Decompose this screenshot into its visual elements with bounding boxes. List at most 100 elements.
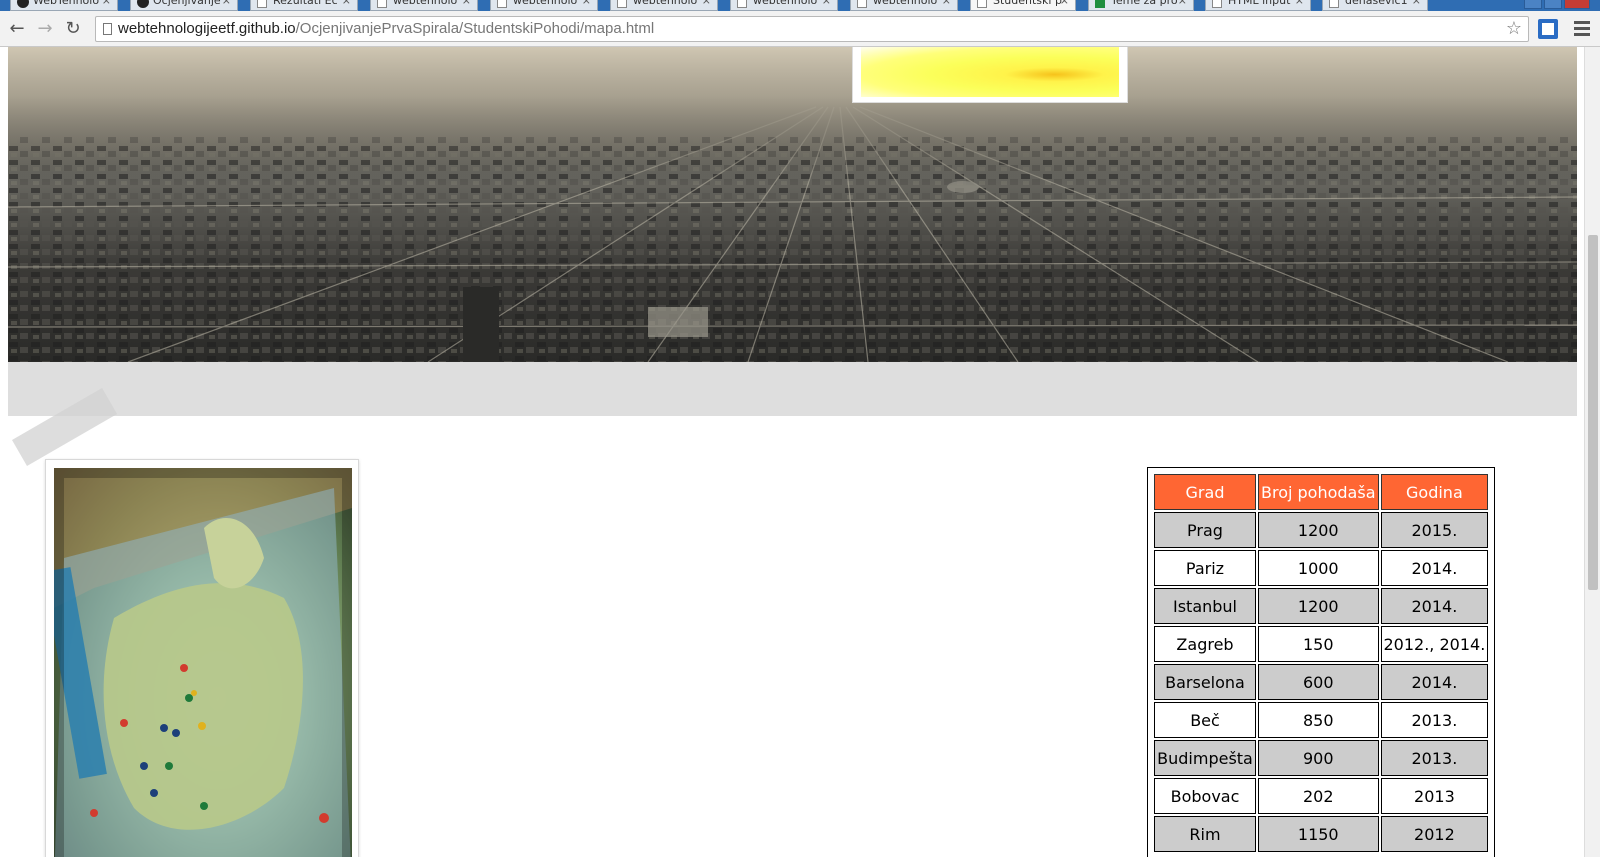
page-icon	[103, 23, 112, 35]
browser-tab[interactable]: WebTehnolo ×	[10, 0, 118, 11]
page-icon	[857, 0, 867, 8]
table-row: Prag 1200 2015.	[1154, 512, 1489, 548]
browser-tab[interactable]: webtehnolo ×	[370, 0, 478, 11]
tab-close-icon[interactable]: ×	[462, 0, 471, 10]
cell-broj: 850	[1258, 702, 1379, 738]
minimize-button[interactable]	[1524, 0, 1542, 9]
cell-broj: 150	[1258, 626, 1379, 662]
tab-title: WebTehnolo	[33, 0, 100, 7]
map-photo-illustration	[54, 468, 352, 857]
address-bar[interactable]: webtehnologijeetf.github.io/Ocjenjivanje…	[95, 16, 1529, 42]
cell-broj: 1200	[1258, 512, 1379, 548]
github-icon	[17, 0, 29, 8]
tab-close-icon[interactable]: ×	[942, 0, 951, 10]
url-host: webtehnologijeetf.github.io	[118, 20, 296, 37]
tab-title: dehasevic1	[1345, 0, 1408, 7]
column-header-godina: Godina	[1380, 474, 1489, 510]
trips-table: Grad Broj pohodaša Godina Prag 1200 2015. …	[1152, 472, 1490, 854]
tab-title: Teme za pro	[1111, 0, 1178, 7]
url-text[interactable]: webtehnologijeetf.github.io/Ocjenjivanje…	[118, 17, 654, 41]
back-arrow-icon: ←	[9, 18, 25, 39]
page-icon	[1212, 0, 1222, 8]
extension-icon[interactable]	[1538, 19, 1558, 39]
trips-table-container: Grad Broj pohodaša Godina Prag 1200 2015. …	[1147, 467, 1496, 857]
city-skyline-illustration	[8, 47, 1577, 362]
reload-button[interactable]: ↻	[62, 18, 84, 40]
cell-broj: 900	[1258, 740, 1379, 776]
page-icon	[977, 0, 987, 8]
tab-close-icon[interactable]: ×	[342, 0, 351, 10]
forward-button[interactable]: →	[34, 18, 56, 40]
window-controls	[1522, 0, 1590, 9]
cell-godina: 2015.	[1380, 512, 1489, 548]
browser-tab[interactable]: webtehnolo ×	[850, 0, 958, 11]
browser-tab[interactable]: Studentski p ×	[970, 0, 1076, 11]
url-path: /OcjenjivanjePrvaSpirala/StudentskiPohod…	[295, 20, 655, 37]
browser-tab[interactable]: dehasevic1 ×	[1322, 0, 1428, 11]
page-viewport: Grad Broj pohodaša Godina Prag 1200 2015. …	[0, 47, 1600, 857]
tab-title: webtehnolo	[633, 0, 698, 7]
browser-tab[interactable]: webtehnolo ×	[730, 0, 838, 11]
browser-menu-icon[interactable]	[1574, 18, 1590, 40]
tab-close-icon[interactable]: ×	[702, 0, 711, 10]
page-icon	[1329, 0, 1339, 8]
table-row: Istanbul 1200 2014.	[1154, 588, 1489, 624]
tab-title: HTML input	[1228, 0, 1291, 7]
table-row: Rim 1150 2012	[1154, 816, 1489, 852]
cell-broj: 1200	[1258, 588, 1379, 624]
table-row: Pariz 1000 2014.	[1154, 550, 1489, 586]
tab-title: webtehnolo	[873, 0, 938, 7]
site-logo[interactable]	[852, 47, 1128, 103]
scrollbar-thumb[interactable]	[1588, 235, 1598, 590]
column-header-broj-pohodasa: Broj pohodaša	[1258, 474, 1379, 510]
cell-godina: 2013.	[1380, 740, 1489, 776]
europe-map-photo	[54, 468, 352, 857]
tab-close-icon[interactable]: ×	[1060, 0, 1069, 10]
cell-godina: 2012	[1380, 816, 1489, 852]
page-scrollbar[interactable]	[1584, 47, 1600, 857]
cell-godina: 2013.	[1380, 702, 1489, 738]
cell-broj: 600	[1258, 664, 1379, 700]
table-row: Budimpešta 900 2013.	[1154, 740, 1489, 776]
tab-title: Studentski p	[993, 0, 1062, 7]
window-close-button[interactable]	[1564, 0, 1590, 9]
back-button[interactable]: ←	[6, 18, 28, 40]
cell-broj: 1000	[1258, 550, 1379, 586]
column-header-grad: Grad	[1154, 474, 1256, 510]
cell-grad: Barselona	[1154, 664, 1256, 700]
tab-close-icon[interactable]: ×	[1295, 0, 1304, 10]
table-row: Bobovac 202 2013	[1154, 778, 1489, 814]
cell-grad: Zagreb	[1154, 626, 1256, 662]
tab-title: Rezultati Ec	[273, 0, 338, 7]
tab-close-icon[interactable]: ×	[102, 0, 111, 10]
tab-title: webtehnolo	[513, 0, 578, 7]
browser-tab[interactable]: webtehnolo ×	[610, 0, 718, 11]
browser-tab[interactable]: webtehnolo ×	[490, 0, 598, 11]
browser-tab[interactable]: Rezultati Ec ×	[250, 0, 358, 11]
cell-grad: Prag	[1154, 512, 1256, 548]
cell-grad: Rim	[1154, 816, 1256, 852]
navigation-bar	[8, 362, 1577, 416]
map-photo-frame	[45, 459, 359, 857]
tab-title: webtehnolo	[753, 0, 818, 7]
cell-godina: 2014.	[1380, 664, 1489, 700]
tab-close-icon[interactable]: ×	[1412, 0, 1421, 10]
cell-broj: 202	[1258, 778, 1379, 814]
bookmark-star-icon[interactable]: ☆	[1506, 18, 1522, 40]
tab-title: Ocjenjivanje	[153, 0, 221, 7]
cell-godina: 2012., 2014.	[1380, 626, 1489, 662]
browser-tab[interactable]: HTML input ×	[1205, 0, 1311, 11]
page-icon	[737, 0, 747, 8]
browser-tab[interactable]: Teme za pro ×	[1088, 0, 1194, 11]
github-icon	[137, 0, 149, 8]
tab-close-icon[interactable]: ×	[222, 0, 231, 10]
tab-close-icon[interactable]: ×	[582, 0, 591, 10]
maximize-button[interactable]	[1544, 0, 1562, 9]
tab-close-icon[interactable]: ×	[822, 0, 831, 10]
cell-grad: Budimpešta	[1154, 740, 1256, 776]
page-icon	[257, 0, 267, 8]
logo-image	[861, 47, 1119, 97]
browser-tab[interactable]: Ocjenjivanje ×	[130, 0, 238, 11]
tab-close-icon[interactable]: ×	[1178, 0, 1187, 10]
cell-broj: 1150	[1258, 816, 1379, 852]
